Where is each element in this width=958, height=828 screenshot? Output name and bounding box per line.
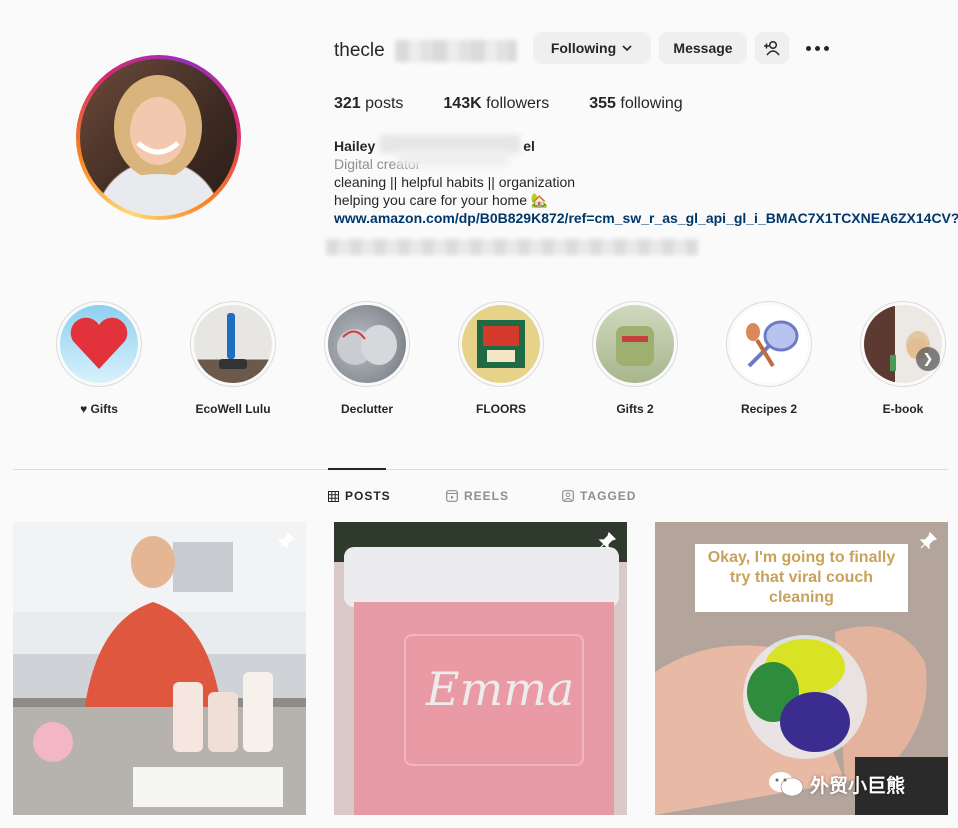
following-button[interactable]: Following xyxy=(533,32,651,64)
more-options-icon[interactable] xyxy=(806,38,830,58)
post-image xyxy=(13,522,306,815)
add-user-icon xyxy=(764,40,780,56)
tab-posts[interactable]: POSTS xyxy=(328,489,446,503)
highlight-recipes-2[interactable]: Recipes 2 xyxy=(726,301,812,416)
reels-icon xyxy=(446,490,458,502)
post-caption-overlay: Okay, I'm going to finally try that vira… xyxy=(695,544,908,612)
watermark: 外贸小巨熊 xyxy=(768,770,905,798)
suggested-users-button[interactable] xyxy=(755,32,789,64)
post-thumbnail[interactable]: Emma xyxy=(334,522,627,815)
highlight-floors[interactable]: FLOORS xyxy=(458,301,544,416)
tab-reels[interactable]: REELS xyxy=(446,489,562,503)
category-redaction xyxy=(398,150,508,166)
active-tab-indicator xyxy=(328,468,386,470)
murphy-logo-icon xyxy=(477,320,525,368)
chevron-right-icon[interactable]: ❯ xyxy=(916,347,940,371)
username-redaction xyxy=(395,40,517,62)
tagged-icon xyxy=(562,490,574,502)
profile-avatar-ring[interactable] xyxy=(76,55,241,220)
cleaner-machine-icon xyxy=(616,326,654,366)
wechat-icon xyxy=(769,772,804,797)
highlight-gifts-2[interactable]: Gifts 2 xyxy=(592,301,678,416)
bio-line-2: helping you care for your home 🏡 xyxy=(334,192,549,208)
bags-icon xyxy=(337,325,397,365)
profile-avatar[interactable] xyxy=(80,59,237,216)
pin-icon xyxy=(277,531,296,550)
pin-icon xyxy=(919,531,938,550)
tab-tagged[interactable]: TAGGED xyxy=(562,489,636,503)
post-label-text: Emma xyxy=(426,662,575,716)
message-button[interactable]: Message xyxy=(659,32,747,64)
posts-count[interactable]: 321 posts xyxy=(334,95,403,113)
highlight-declutter[interactable]: Declutter xyxy=(324,301,410,416)
message-label: Message xyxy=(673,40,733,56)
bio-line-1: cleaning || helpful habits || organizati… xyxy=(334,174,576,190)
followers-count[interactable]: 143K followers xyxy=(443,95,549,113)
grid-icon xyxy=(328,490,339,502)
story-highlights: ♥ Gifts EcoWell Lulu Declutter FLOORS Gi… xyxy=(56,301,946,416)
post-thumbnail[interactable] xyxy=(13,522,306,815)
pin-icon xyxy=(598,531,617,550)
profile-stats: 321 posts 143K followers 355 following xyxy=(334,95,723,113)
chevron-down-icon xyxy=(622,45,632,52)
spoon-pan-icon xyxy=(746,320,799,368)
vacuum-icon xyxy=(219,313,247,369)
following-count[interactable]: 355 following xyxy=(589,95,682,113)
tabs-divider xyxy=(13,469,948,470)
profile-tabs: POSTS REELS TAGGED xyxy=(328,489,636,503)
highlight-gifts[interactable]: ♥ Gifts xyxy=(56,301,142,416)
highlight-ecowell-lulu[interactable]: EcoWell Lulu xyxy=(190,301,276,416)
following-label: Following xyxy=(550,40,617,56)
heart-icon xyxy=(70,317,128,369)
username: thecle xyxy=(334,40,385,61)
bio-link[interactable]: www.amazon.com/dp/B0B829K872/ref=cm_sw_r… xyxy=(334,209,958,227)
bio-redaction xyxy=(326,239,698,255)
